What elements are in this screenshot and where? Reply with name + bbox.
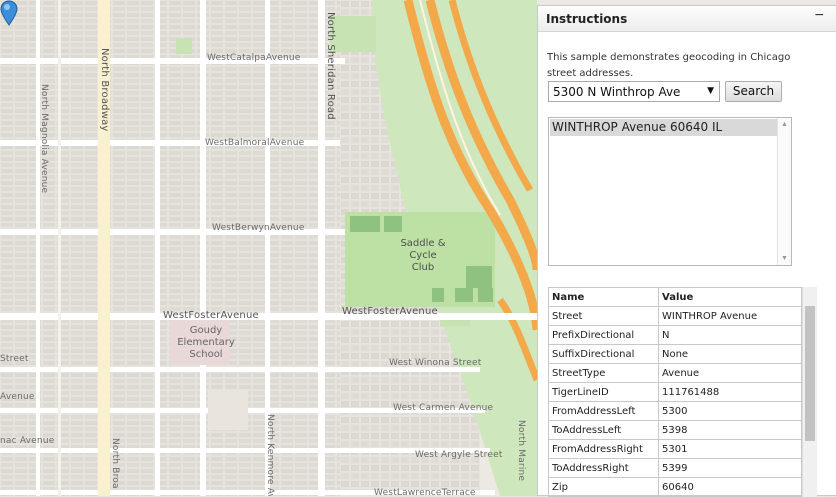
street-label-street-left: Street	[0, 354, 29, 364]
cell-name: ToAddressRight	[548, 458, 659, 478]
dropdown-arrow-icon: ▼	[707, 86, 714, 96]
school-label-line: School	[189, 349, 223, 360]
cell-value: 60640	[658, 477, 802, 497]
cell-value: WINTHROP Avenue	[658, 306, 802, 326]
cell-value: N	[658, 325, 802, 345]
street-label-foster-right: WestFosterAvenue	[342, 306, 438, 317]
panel-header: Instructions −	[538, 6, 836, 32]
table-row: SuffixDirectional None	[548, 344, 802, 364]
results-list[interactable]: WINTHROP Avenue 60640 IL ▲ ▼	[548, 117, 792, 266]
school-label-line: Elementary	[177, 337, 235, 348]
park-label-line: Saddle &	[400, 238, 446, 249]
table-row: FromAddressLeft 5300	[548, 401, 802, 421]
street-label-winona: West Winona Street	[389, 358, 482, 368]
attribute-table: Name Value Street WINTHROP Avenue PrefixD…	[548, 287, 802, 497]
street-label-magnolia: North Magnolia Avenue	[39, 84, 49, 194]
street-label-kenmore: North Kenmore Ave	[265, 414, 275, 496]
cell-value: None	[658, 344, 802, 364]
result-item[interactable]: WINTHROP Avenue 60640 IL	[550, 119, 779, 136]
cell-name: ToAddressLeft	[548, 420, 659, 440]
column-header-name: Name	[548, 287, 659, 307]
cell-name: Street	[548, 306, 659, 326]
table-row: PrefixDirectional N	[548, 325, 802, 345]
cell-value: 5301	[658, 439, 802, 459]
table-row: StreetType Avenue	[548, 363, 802, 383]
instructions-panel: Instructions − This sample demonstrates …	[537, 5, 836, 497]
cell-name: FromAddressRight	[548, 439, 659, 459]
table-header-row: Name Value	[548, 287, 802, 307]
scroll-down-icon[interactable]: ▼	[781, 255, 788, 262]
table-row: Street WINTHROP Avenue	[548, 306, 802, 326]
cell-name: Zip	[548, 477, 659, 497]
scroll-up-icon[interactable]: ▲	[781, 121, 788, 128]
street-label-avenue-left: Avenue	[0, 392, 35, 402]
street-label-carmen: West Carmen Avenue	[393, 403, 494, 413]
table-row: FromAddressRight 5301	[548, 439, 802, 459]
cell-name: FromAddressLeft	[548, 401, 659, 421]
table-scrollbar-thumb[interactable]	[805, 306, 815, 441]
school-label: Goudy Elementary School	[175, 325, 237, 361]
street-label-foster-left: WestFosterAvenue	[163, 310, 259, 321]
table-row: TigerLineID 111761488	[548, 382, 802, 402]
cell-value: 5300	[658, 401, 802, 421]
park-label: Saddle & Cycle Club	[398, 238, 448, 274]
street-label-broadway-bottom: North Broa	[110, 438, 120, 489]
search-button[interactable]: Search	[725, 81, 782, 102]
street-label-argyle: West Argyle Street	[415, 450, 503, 460]
panel-title: Instructions	[546, 12, 628, 26]
street-label-sheridan: North Sheridan Road	[325, 12, 336, 120]
street-label-balmoral: WestBalmoralAvenue	[205, 138, 305, 148]
park-label-line: Club	[411, 262, 435, 273]
cell-name: TigerLineID	[548, 382, 659, 402]
map-pin-icon[interactable]	[0, 0, 18, 26]
address-select-value: 5300 N Winthrop Ave	[553, 85, 681, 99]
panel-description: This sample demonstrates geocoding in Ch…	[547, 52, 791, 79]
collapse-button[interactable]: −	[815, 8, 824, 24]
column-header-value: Value	[658, 287, 802, 307]
cell-value: 111761488	[658, 382, 802, 402]
street-label-nac-avenue: nac Avenue	[0, 436, 55, 446]
table-row: Zip 60640	[548, 477, 802, 497]
attribute-table-wrap: Name Value Street WINTHROP Avenue PrefixD…	[548, 287, 802, 497]
street-label-lawrence: WestLawrenceTerrace	[374, 488, 476, 496]
street-label-marine: North Marine	[516, 420, 526, 482]
table-row: ToAddressRight 5399	[548, 458, 802, 478]
results-scrollbar[interactable]: ▲ ▼	[777, 118, 791, 265]
street-label-berwyn: WestBerwynAvenue	[212, 223, 305, 233]
table-scrollbar[interactable]	[802, 287, 817, 497]
park-label-line: Cycle	[409, 250, 437, 261]
cell-name: StreetType	[548, 363, 659, 383]
cell-value: 5399	[658, 458, 802, 478]
cell-name: PrefixDirectional	[548, 325, 659, 345]
school-label-line: Goudy	[189, 325, 223, 336]
street-label-catalpa: WestCatalpaAvenue	[207, 53, 301, 63]
cell-name: SuffixDirectional	[548, 344, 659, 364]
street-label-broadway: North Broadway	[99, 48, 110, 132]
table-row: ToAddressLeft 5398	[548, 420, 802, 440]
cell-value: 5398	[658, 420, 802, 440]
address-select[interactable]: 5300 N Winthrop Ave ▼	[548, 81, 720, 102]
cell-value: Avenue	[658, 363, 802, 383]
